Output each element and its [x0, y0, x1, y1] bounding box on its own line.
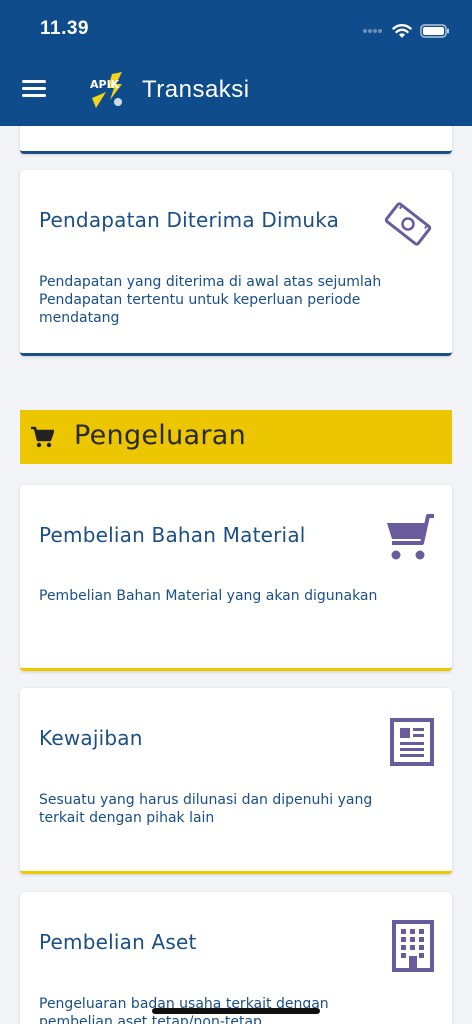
wifi-icon	[392, 24, 412, 38]
card-title: Pendapatan Diterima Dimuka	[39, 208, 340, 232]
section-title: Pengeluaran	[74, 420, 247, 451]
card-title: Pembelian Bahan Material	[39, 523, 306, 547]
apik-logo: APIK	[90, 72, 122, 108]
card-pembelian-bahan-material[interactable]: Pembelian Bahan Material Pembelian Bahan…	[20, 485, 452, 671]
app-header: 11.39 APIK Transaksi	[0, 0, 472, 126]
shopping-cart-icon	[387, 514, 434, 560]
card-description: Pendapatan yang diterima di awal atas se…	[39, 274, 382, 326]
section-pengeluaran: Pengeluaran	[20, 410, 452, 464]
cellular-signal-icon	[363, 29, 382, 33]
card-description: Pembelian Bahan Material yang akan digun…	[39, 588, 378, 604]
cart-icon	[31, 426, 54, 448]
card-title: Pembelian Aset	[39, 930, 197, 954]
menu-icon[interactable]	[22, 80, 46, 100]
card-pembelian-aset[interactable]: Pembelian Aset Pengeluaran badan usaha t…	[20, 892, 452, 1024]
svg-text:APIK: APIK	[90, 78, 120, 91]
page-title: Transaksi	[142, 76, 250, 103]
card-kewajiban[interactable]: Kewajiban Sesuatu yang harus dilunasi da…	[20, 688, 452, 874]
card-description: Sesuatu yang harus dilunasi dan dipenuhi…	[39, 792, 373, 826]
card-pendapatan-diterima-dimuka[interactable]: Pendapatan Diterima Dimuka Pendapatan ya…	[20, 170, 452, 356]
battery-icon	[420, 24, 449, 38]
money-bill-icon	[384, 202, 432, 246]
status-time: 11.39	[40, 18, 89, 39]
status-icons	[362, 20, 450, 42]
card-title: Kewajiban	[39, 726, 143, 750]
building-icon	[392, 920, 434, 972]
document-icon	[390, 718, 434, 766]
home-indicator[interactable]	[152, 1008, 320, 1014]
